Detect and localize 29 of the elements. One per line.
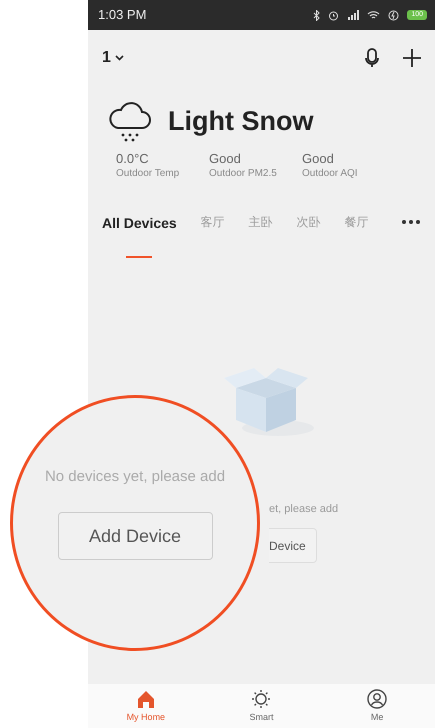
bluetooth-icon [313,10,320,20]
microphone-icon[interactable] [365,48,379,68]
weather-value: 0.0°C [116,152,150,166]
sun-icon [251,689,272,710]
empty-message: et, please add [269,502,338,518]
weather-condition: Light Snow [168,104,314,138]
nav-tab[interactable]: My Home [106,685,186,727]
profile-icon [367,689,388,710]
add-device-button[interactable]: Add Device [58,512,212,560]
nav-tab[interactable]: Me [337,685,418,727]
empty-message: No devices yet, please add [44,466,226,487]
weather-label: Outdoor AQI [302,167,359,182]
nav-tab[interactable]: Smart [221,685,302,727]
weather-label: Outdoor PM2.5 [209,167,278,182]
weather-value: Good [302,152,335,166]
home-icon [136,689,156,710]
wifi-icon [367,10,380,20]
add-icon[interactable] [403,49,421,67]
status-time: 1:03 PM [98,6,146,24]
weather-value: Good [209,152,242,166]
room-tab[interactable]: All Devices [102,213,177,246]
chevron-down-icon [114,55,124,61]
signal-icon [347,10,360,20]
add-device-button[interactable]: Device [269,528,317,564]
empty-box-icon [224,368,314,436]
weather-label: Outdoor Temp [116,167,180,182]
alarm-icon [328,10,340,20]
home-selector[interactable]: 1 [102,46,124,70]
charging-icon [388,10,400,20]
